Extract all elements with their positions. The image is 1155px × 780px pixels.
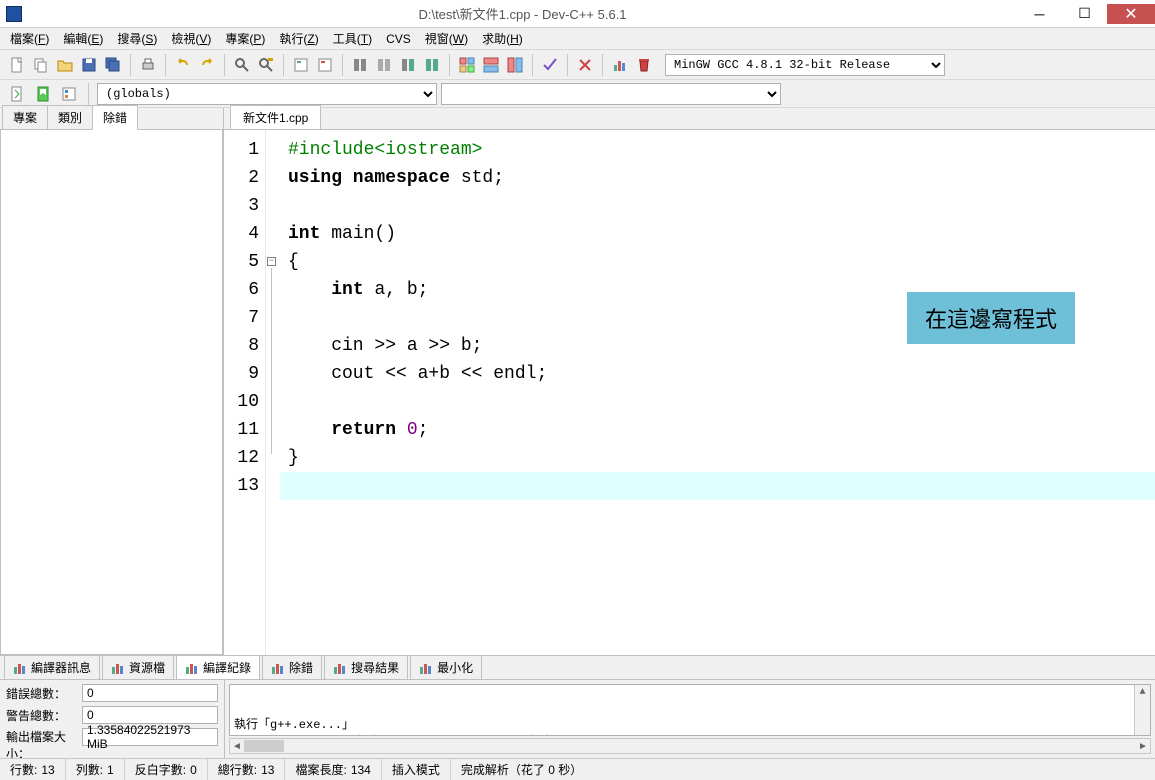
rebuild-button[interactable] bbox=[373, 54, 395, 76]
status-bar: 行數:13 列數:1 反白字數:0 總行數:13 檔案長度:134 插入模式 完… bbox=[0, 758, 1155, 780]
save-all-button[interactable] bbox=[102, 54, 124, 76]
compiler-selector[interactable]: MinGW GCC 4.8.1 32-bit Release bbox=[665, 54, 945, 76]
left-tab[interactable]: 類別 bbox=[47, 105, 93, 129]
scroll-right-arrow[interactable]: ► bbox=[1136, 739, 1150, 753]
minimize-button[interactable]: ─ bbox=[1017, 4, 1062, 24]
maximize-button[interactable]: ☐ bbox=[1062, 4, 1107, 24]
bottom-tab[interactable]: 搜尋結果 bbox=[324, 655, 408, 680]
code-editor[interactable]: 12345678910111213 − #include<iostream>us… bbox=[224, 130, 1155, 655]
menu-item[interactable]: 檔案(F) bbox=[4, 28, 55, 49]
left-tab[interactable]: 專案 bbox=[2, 105, 48, 129]
navigation-toolbar: (globals) bbox=[0, 80, 1155, 108]
compile-button[interactable] bbox=[290, 54, 312, 76]
cascade-button[interactable] bbox=[504, 54, 526, 76]
editor-panel: 新文件1.cpp 12345678910111213 − #include<io… bbox=[224, 108, 1155, 655]
left-panel: 專案類別除錯 bbox=[0, 108, 224, 655]
status-sel: 反白字數:0 bbox=[125, 759, 208, 780]
status-col: 列數:1 bbox=[66, 759, 125, 780]
menu-item[interactable]: 求助(H) bbox=[476, 28, 529, 49]
main-toolbar: MinGW GCC 4.8.1 32-bit Release bbox=[0, 50, 1155, 80]
status-total: 總行數:13 bbox=[208, 759, 286, 780]
compile-run-button[interactable] bbox=[349, 54, 371, 76]
bottom-tab[interactable]: 最小化 bbox=[410, 655, 482, 680]
app-icon bbox=[0, 0, 28, 28]
warnings-value: 0 bbox=[82, 706, 218, 724]
open-button[interactable] bbox=[54, 54, 76, 76]
debug-button[interactable] bbox=[397, 54, 419, 76]
scroll-left-arrow[interactable]: ◄ bbox=[230, 739, 244, 753]
close-button[interactable]: ✕ bbox=[1107, 4, 1155, 24]
size-label: 輸出檔案大小： bbox=[6, 728, 78, 762]
line-number-gutter: 12345678910111213 bbox=[224, 130, 266, 655]
fold-toggle[interactable]: − bbox=[267, 257, 276, 266]
menu-item[interactable]: 搜尋(S) bbox=[111, 28, 163, 49]
status-mode: 插入模式 bbox=[382, 759, 451, 780]
status-len: 檔案長度:134 bbox=[285, 759, 381, 780]
editor-tabbar: 新文件1.cpp bbox=[224, 108, 1155, 130]
bottom-tab[interactable]: 除錯 bbox=[262, 655, 322, 680]
goto-file-button[interactable] bbox=[6, 83, 28, 105]
menu-item[interactable]: 檢視(V) bbox=[165, 28, 217, 49]
clear-button[interactable] bbox=[574, 54, 596, 76]
left-tabbar: 專案類別除錯 bbox=[0, 108, 223, 130]
output-vscrollbar[interactable]: ▲ bbox=[1134, 685, 1150, 735]
new-file-button[interactable] bbox=[6, 54, 28, 76]
window-title: D:\test\新文件1.cpp - Dev-C++ 5.6.1 bbox=[28, 4, 1017, 23]
bookmark-button[interactable] bbox=[32, 83, 54, 105]
status-line: 行數:13 bbox=[0, 759, 66, 780]
undo-button[interactable] bbox=[172, 54, 194, 76]
menu-bar: 檔案(F)編輯(E)搜尋(S)檢視(V)專案(P)執行(Z)工具(T)CVS視窗… bbox=[0, 28, 1155, 50]
profile-button[interactable] bbox=[421, 54, 443, 76]
chart-button[interactable] bbox=[609, 54, 631, 76]
editor-tab[interactable]: 新文件1.cpp bbox=[230, 105, 321, 129]
annotation-overlay: 在這邊寫程式 bbox=[907, 292, 1075, 344]
new-project-button[interactable] bbox=[30, 54, 52, 76]
redo-button[interactable] bbox=[196, 54, 218, 76]
bottom-tab[interactable]: 資源檔 bbox=[102, 655, 174, 680]
fold-gutter[interactable]: − bbox=[266, 130, 280, 655]
run-button[interactable] bbox=[314, 54, 336, 76]
menu-item[interactable]: 專案(P) bbox=[219, 28, 271, 49]
bottom-tab[interactable]: 編譯紀錄 bbox=[176, 655, 260, 680]
warnings-label: 警告總數： bbox=[6, 707, 78, 724]
bottom-body: 錯誤總數： 0 警告總數： 0 輸出檔案大小： 1.33584022521973… bbox=[0, 680, 1155, 758]
bottom-panel: 編譯器訊息資源檔編譯紀錄除錯搜尋結果最小化 錯誤總數： 0 警告總數： 0 輸出… bbox=[0, 655, 1155, 758]
tile-h-button[interactable] bbox=[456, 54, 478, 76]
menu-item[interactable]: CVS bbox=[380, 30, 417, 48]
member-selector[interactable] bbox=[441, 83, 781, 105]
main-area: 專案類別除錯 新文件1.cpp 12345678910111213 − #inc… bbox=[0, 108, 1155, 655]
menu-item[interactable]: 視窗(W) bbox=[419, 28, 474, 49]
errors-value: 0 bbox=[82, 684, 218, 702]
left-panel-body[interactable] bbox=[0, 130, 223, 655]
print-button[interactable] bbox=[137, 54, 159, 76]
find-button[interactable] bbox=[231, 54, 253, 76]
status-parse: 完成解析（花了 0 秒） bbox=[451, 759, 1155, 780]
size-value: 1.33584022521973 MiB bbox=[82, 728, 218, 746]
output-hscrollbar[interactable]: ◄ ► bbox=[229, 738, 1151, 754]
compile-stats: 錯誤總數： 0 警告總數： 0 輸出檔案大小： 1.33584022521973… bbox=[0, 680, 224, 758]
menu-item[interactable]: 編輯(E) bbox=[57, 28, 109, 49]
left-tab[interactable]: 除錯 bbox=[92, 105, 138, 130]
replace-button[interactable] bbox=[255, 54, 277, 76]
code-area[interactable]: #include<iostream>using namespace std; i… bbox=[280, 130, 1155, 655]
scope-selector[interactable]: (globals) bbox=[97, 83, 437, 105]
compile-output: 執行「g++.exe...」g++.exe "D:\test\新文件1.cpp"… bbox=[224, 680, 1155, 758]
bottom-tab[interactable]: 編譯器訊息 bbox=[4, 655, 100, 680]
scroll-thumb[interactable] bbox=[244, 740, 284, 752]
bottom-tabbar: 編譯器訊息資源檔編譯紀錄除錯搜尋結果最小化 bbox=[0, 656, 1155, 680]
trash-button[interactable] bbox=[633, 54, 655, 76]
check-syntax-button[interactable] bbox=[539, 54, 561, 76]
errors-label: 錯誤總數： bbox=[6, 685, 78, 702]
menu-item[interactable]: 執行(Z) bbox=[273, 28, 324, 49]
menu-item[interactable]: 工具(T) bbox=[327, 28, 378, 49]
goto-line-button[interactable] bbox=[58, 83, 80, 105]
save-button[interactable] bbox=[78, 54, 100, 76]
output-text[interactable]: 執行「g++.exe...」g++.exe "D:\test\新文件1.cpp"… bbox=[229, 684, 1151, 736]
tile-v-button[interactable] bbox=[480, 54, 502, 76]
title-bar: D:\test\新文件1.cpp - Dev-C++ 5.6.1 ─ ☐ ✕ bbox=[0, 0, 1155, 28]
